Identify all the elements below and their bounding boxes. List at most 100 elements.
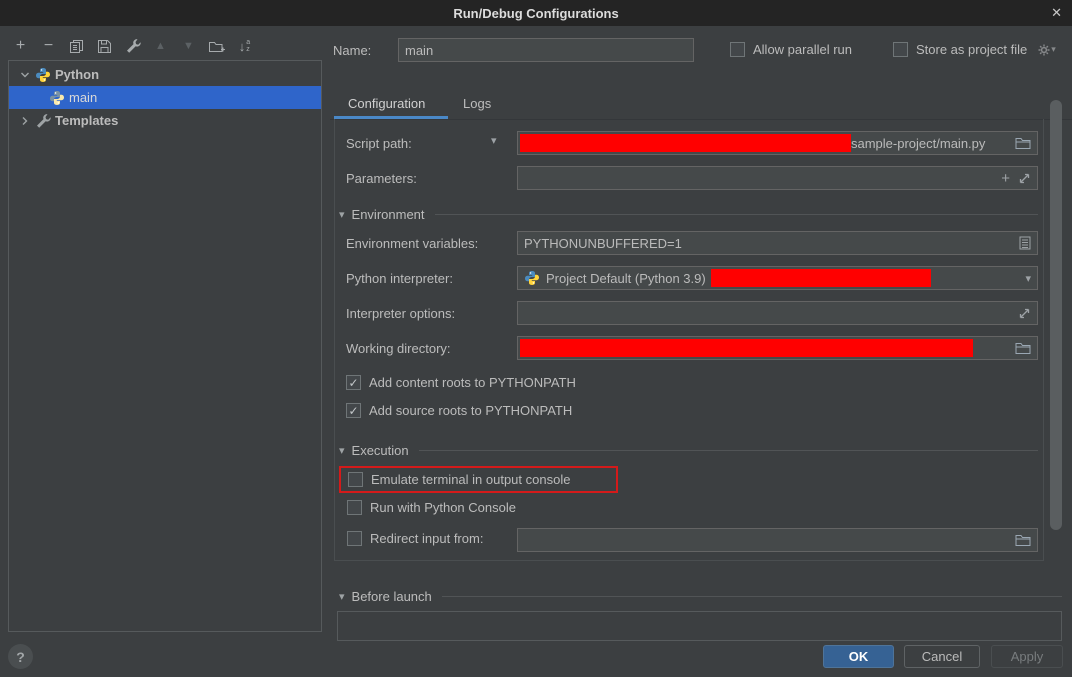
interpreter-options-input[interactable]: [517, 301, 1038, 325]
redirect-input-path-input[interactable]: [517, 528, 1038, 552]
gear-icon[interactable]: ▾: [1037, 43, 1056, 57]
apply-button-label: Apply: [1011, 649, 1044, 664]
checkbox-unchecked[interactable]: [893, 42, 908, 57]
copy-configuration-button[interactable]: [68, 37, 85, 55]
script-path-input[interactable]: sample-project/main.py: [517, 131, 1038, 155]
expand-icon[interactable]: [1018, 172, 1031, 185]
checkbox-checked[interactable]: ✓: [346, 403, 361, 418]
before-launch-section-label: Before launch: [352, 589, 432, 604]
vertical-scrollbar[interactable]: [1050, 100, 1062, 530]
redirect-input-checkbox-row[interactable]: Redirect input from:: [347, 531, 483, 546]
list-glyph: [1019, 236, 1031, 250]
run-python-console-checkbox-row[interactable]: Run with Python Console: [347, 500, 516, 515]
configurations-tree: Python main Templates: [8, 60, 322, 632]
python-interpreter-select[interactable]: Project Default (Python 3.9) ▾: [517, 266, 1038, 290]
script-path-value: sample-project/main.py: [851, 136, 985, 151]
move-up-button[interactable]: ▲: [152, 37, 169, 55]
sort-configurations-button[interactable]: ↓ az: [236, 37, 253, 55]
cancel-button-label: Cancel: [922, 649, 962, 664]
wrench-icon: [35, 113, 51, 129]
edit-variables-icon[interactable]: [1019, 236, 1031, 250]
script-path-dropdown-icon[interactable]: ▾: [491, 134, 497, 147]
section-divider: [435, 214, 1038, 215]
folder-glyph: [1015, 137, 1031, 150]
move-down-button[interactable]: ▼: [180, 37, 197, 55]
environment-section-header[interactable]: ▾ Environment: [339, 207, 1038, 222]
parameters-input[interactable]: +: [517, 166, 1038, 190]
python-icon: [35, 67, 51, 83]
store-as-project-file-checkbox-row[interactable]: Store as project file ▾: [893, 42, 1056, 57]
copy-icon: [69, 39, 84, 54]
tree-item-python[interactable]: Python: [9, 63, 321, 86]
save-configuration-button[interactable]: [96, 37, 113, 55]
checkbox-checked[interactable]: ✓: [346, 375, 361, 390]
add-macro-icon[interactable]: +: [1001, 170, 1010, 187]
add-source-roots-label: Add source roots to PYTHONPATH: [369, 403, 572, 418]
tree-item-label: Templates: [55, 113, 118, 128]
save-icon: [97, 39, 112, 54]
check-icon: ✓: [348, 404, 358, 418]
environment-variables-input[interactable]: PYTHONUNBUFFERED=1: [517, 231, 1038, 255]
add-source-roots-checkbox-row[interactable]: ✓ Add source roots to PYTHONPATH: [346, 403, 572, 418]
browse-folder-icon[interactable]: [1015, 137, 1031, 150]
allow-parallel-run-checkbox-row[interactable]: Allow parallel run: [730, 42, 852, 57]
store-as-project-file-label: Store as project file: [916, 42, 1027, 57]
redaction-overlay: [711, 269, 931, 287]
ok-button-label: OK: [849, 649, 869, 664]
help-button[interactable]: ?: [8, 644, 33, 669]
execution-section-label: Execution: [352, 443, 409, 458]
python-icon: [524, 270, 540, 286]
working-directory-input[interactable]: [517, 336, 1038, 360]
before-launch-section-header[interactable]: ▾ Before launch: [339, 589, 1062, 604]
tab-logs[interactable]: Logs: [463, 96, 491, 111]
add-content-roots-label: Add content roots to PYTHONPATH: [369, 375, 576, 390]
ok-button[interactable]: OK: [823, 645, 894, 668]
environment-variables-value: PYTHONUNBUFFERED=1: [524, 236, 682, 251]
parameters-label: Parameters:: [346, 171, 417, 186]
add-configuration-button[interactable]: +: [12, 37, 29, 55]
new-folder-button[interactable]: [208, 37, 225, 55]
collapse-arrow-icon: ▾: [339, 444, 345, 457]
python-interpreter-label: Python interpreter:: [346, 271, 453, 286]
edit-templates-button[interactable]: [124, 37, 141, 55]
run-python-console-label: Run with Python Console: [370, 500, 516, 515]
checkbox-unchecked[interactable]: [347, 500, 362, 515]
section-divider: [442, 596, 1062, 597]
interpreter-options-label: Interpreter options:: [346, 306, 455, 321]
add-content-roots-checkbox-row[interactable]: ✓ Add content roots to PYTHONPATH: [346, 375, 576, 390]
expand-icon[interactable]: [1018, 307, 1031, 320]
checkbox-unchecked[interactable]: [730, 42, 745, 57]
plus-icon: +: [16, 38, 25, 54]
close-icon[interactable]: ✕: [1051, 0, 1062, 26]
redaction-overlay: [520, 339, 973, 357]
python-icon: [49, 90, 65, 106]
dropdown-arrow-icon[interactable]: ▾: [1025, 272, 1031, 285]
configurations-toolbar: + − ▲ ▼: [12, 36, 253, 56]
folder-glyph: [1015, 534, 1031, 547]
tree-item-main[interactable]: main: [9, 86, 321, 109]
execution-section-header[interactable]: ▾ Execution: [339, 443, 1038, 458]
allow-parallel-run-label: Allow parallel run: [753, 42, 852, 57]
script-path-label: Script path:: [346, 136, 412, 151]
working-directory-label: Working directory:: [346, 341, 451, 356]
check-icon: ✓: [348, 376, 358, 390]
browse-folder-icon[interactable]: [1015, 534, 1031, 547]
before-launch-panel[interactable]: [337, 611, 1062, 641]
browse-folder-icon[interactable]: [1015, 342, 1031, 355]
folder-glyph: [1015, 342, 1031, 355]
name-value: main: [405, 43, 433, 58]
cancel-button[interactable]: Cancel: [904, 645, 980, 668]
gear-glyph: [1037, 43, 1051, 57]
name-label: Name:: [333, 43, 371, 58]
redirect-input-label: Redirect input from:: [370, 531, 483, 546]
emulate-terminal-checkbox[interactable]: [348, 472, 363, 487]
apply-button[interactable]: Apply: [991, 645, 1063, 668]
name-input[interactable]: main: [398, 38, 694, 62]
tab-configuration[interactable]: Configuration: [348, 96, 425, 111]
checkbox-unchecked[interactable]: [347, 531, 362, 546]
collapse-arrow-icon: ▾: [339, 590, 345, 603]
gear-caret: ▾: [1051, 44, 1056, 55]
tree-item-templates[interactable]: Templates: [9, 109, 321, 132]
remove-configuration-button[interactable]: −: [40, 37, 57, 55]
wrench-icon: [125, 38, 141, 54]
